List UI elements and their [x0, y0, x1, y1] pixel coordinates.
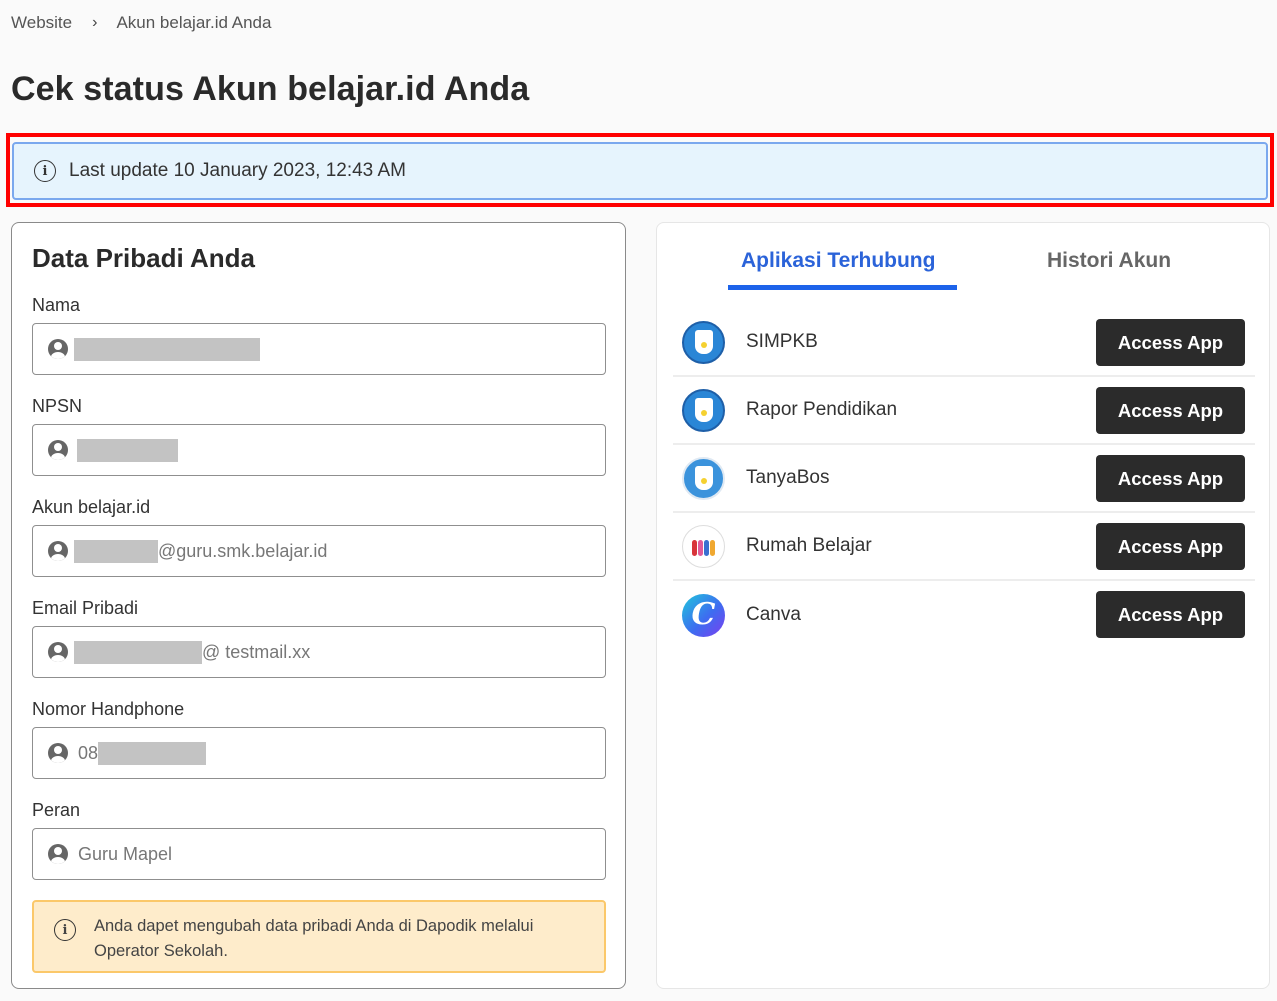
app-row-rapor-pendidikan: Rapor Pendidikan Access App — [673, 377, 1255, 445]
access-app-button-simpkb[interactable]: Access App — [1096, 319, 1245, 366]
apps-card: Aplikasi Terhubung Histori Akun SIMPKB A… — [656, 222, 1270, 989]
access-app-button-rumah-belajar[interactable]: Access App — [1096, 523, 1245, 570]
app-row-rumah-belajar: Rumah Belajar Access App — [673, 513, 1255, 581]
dapodik-notice-text: Anda dapet mengubah data pribadi Anda di… — [94, 917, 534, 960]
app-name: Rapor Pendidikan — [746, 399, 898, 420]
field-label-email-pribadi: Email Pribadi — [32, 598, 139, 618]
peran-value: Guru Mapel — [78, 843, 173, 864]
field-label-nomor-handphone: Nomor Handphone — [32, 699, 185, 719]
app-name: Canva — [746, 604, 801, 625]
email-pribadi-domain: @ testmail.xx — [202, 641, 311, 662]
personal-data-title: Data Pribadi Anda — [32, 243, 255, 273]
app-row-tanyabos: TanyaBos Access App — [673, 445, 1255, 513]
redacted-value — [74, 640, 202, 664]
redacted-value — [74, 539, 158, 563]
tab-aplikasi-terhubung[interactable]: Aplikasi Terhubung — [741, 249, 935, 273]
field-label-akun-belajar: Akun belajar.id — [32, 497, 151, 517]
tut-wuri-handayani-logo-icon — [682, 320, 725, 364]
access-app-button-tanyabos[interactable]: Access App — [1096, 455, 1245, 502]
tut-wuri-handayani-logo-icon — [682, 456, 725, 500]
last-update-text: Last update 10 January 2023, 12:43 AM — [69, 160, 406, 181]
peran-field[interactable]: Guru Mapel — [32, 828, 606, 880]
chevron-right-icon: › — [92, 14, 98, 31]
npsn-field[interactable] — [32, 424, 606, 476]
field-label-nama: Nama — [32, 295, 81, 315]
access-app-button-rapor-pendidikan[interactable]: Access App — [1096, 387, 1245, 434]
field-label-npsn: NPSN — [32, 396, 83, 416]
tut-wuri-handayani-logo-icon — [682, 388, 725, 432]
user-icon — [48, 642, 68, 662]
user-icon — [48, 743, 68, 763]
app-name: Rumah Belajar — [746, 535, 872, 556]
user-icon — [48, 339, 68, 359]
access-app-button-canva[interactable]: Access App — [1096, 591, 1245, 638]
app-row-canva: C Canva Access App — [673, 581, 1255, 649]
breadcrumb: Website › Akun belajar.id Anda — [11, 13, 271, 33]
redacted-value — [77, 438, 178, 462]
info-icon: i — [34, 160, 56, 182]
page-title: Cek status Akun belajar.id Anda — [11, 70, 530, 108]
breadcrumb-item-current: Akun belajar.id Anda — [116, 13, 272, 32]
last-update-banner: i Last update 10 January 2023, 12:43 AM — [12, 142, 1268, 200]
breadcrumb-item-website[interactable]: Website — [11, 13, 72, 33]
rumah-belajar-logo-icon — [682, 524, 725, 568]
akun-belajar-domain: @guru.smk.belajar.id — [158, 540, 328, 561]
user-icon — [48, 541, 68, 561]
connected-apps-list: SIMPKB Access App Rapor Pendidikan Acces… — [673, 309, 1255, 649]
nomor-handphone-field[interactable]: 08 — [32, 727, 606, 779]
tab-histori-akun[interactable]: Histori Akun — [1047, 249, 1171, 273]
active-tab-indicator — [728, 285, 957, 290]
redacted-value — [74, 337, 260, 361]
info-icon: i — [54, 919, 76, 941]
nama-field[interactable] — [32, 323, 606, 375]
app-row-simpkb: SIMPKB Access App — [673, 309, 1255, 377]
phone-prefix: 08 — [78, 742, 99, 763]
akun-belajar-field[interactable]: @guru.smk.belajar.id — [32, 525, 606, 577]
field-label-peran: Peran — [32, 800, 81, 820]
canva-logo-icon: C — [682, 593, 725, 637]
app-name: TanyaBos — [746, 467, 830, 488]
personal-data-card: Data Pribadi Anda Nama NPSN Akun belajar… — [11, 222, 626, 989]
user-icon — [48, 844, 68, 864]
user-icon — [48, 440, 68, 460]
dapodik-notice: i Anda dapet mengubah data pribadi Anda … — [32, 900, 606, 973]
app-name: SIMPKB — [746, 331, 818, 352]
redacted-value — [98, 741, 207, 765]
email-pribadi-field[interactable]: @ testmail.xx — [32, 626, 606, 678]
